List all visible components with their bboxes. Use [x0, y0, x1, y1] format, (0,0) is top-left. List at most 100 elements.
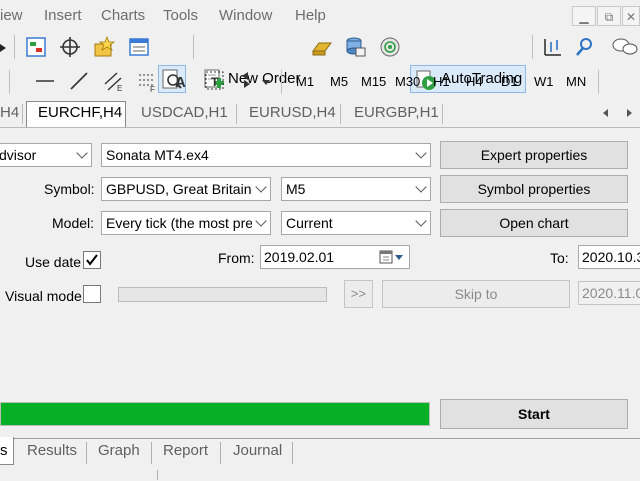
from-date-field[interactable]: 2019.02.01: [260, 245, 410, 269]
timeframe-w1[interactable]: W1: [534, 74, 554, 89]
use-date-label: Use date: [25, 254, 82, 270]
skip-to-button[interactable]: Skip to: [382, 280, 570, 308]
svg-text:T: T: [211, 75, 219, 89]
menu-charts[interactable]: Charts: [101, 7, 145, 24]
to-date-field[interactable]: 2020.10.31: [578, 245, 640, 269]
restore-button[interactable]: ⧉: [597, 6, 621, 26]
tab-scroll-left-icon[interactable]: [601, 108, 611, 118]
toolbar-dropdown-icon[interactable]: [0, 36, 8, 58]
toolbar-separator: [9, 70, 10, 94]
timeframe-m1[interactable]: M1: [296, 74, 314, 89]
tab-results[interactable]: Results: [27, 442, 77, 459]
visual-speed-slider[interactable]: [118, 287, 327, 302]
period-value: M5: [286, 181, 306, 197]
expert-properties-button[interactable]: Expert properties: [440, 141, 628, 169]
menu-tools[interactable]: Tools: [163, 7, 198, 24]
tab-journal[interactable]: Journal: [233, 442, 282, 459]
chat-bubbles-icon[interactable]: [611, 36, 639, 58]
standard-toolbar: New Order AutoTrading: [0, 32, 640, 93]
chart-tab-eurusd[interactable]: EURUSD,H4: [249, 104, 336, 121]
signal-radar-icon[interactable]: [379, 36, 401, 58]
toolbar-separator: [14, 35, 15, 59]
progress-fill: [1, 403, 429, 425]
line-studies-toolbar: E F A T M1 M5 M15 M30 H1 H4 D1 W1 MN: [0, 64, 640, 160]
tab-divider: [22, 104, 23, 124]
model-combo[interactable]: Every tick (the most precise method): [101, 211, 271, 235]
skip-to-date-field[interactable]: 2020.11.06: [578, 281, 640, 305]
toolbar-separator: [598, 70, 599, 94]
visual-mode-label: Visual mode: [5, 288, 82, 304]
tab-graph[interactable]: Graph: [98, 442, 140, 459]
tester-type-combo[interactable]: dvisor: [0, 143, 92, 167]
chart-tab-usdcad[interactable]: USDCAD,H1: [141, 104, 228, 121]
chevron-down-icon: [415, 147, 427, 159]
search-icon[interactable]: [574, 36, 596, 58]
terminal-window-icon[interactable]: [128, 36, 150, 58]
toolbar-separator: [281, 70, 282, 94]
expert-value: Sonata MT4.ex4: [106, 147, 209, 163]
chart-tab-h4[interactable]: H4: [0, 104, 19, 121]
crosshair-navigator-icon[interactable]: [59, 36, 81, 58]
chart-tab-eurgbp[interactable]: EURGBP,H1: [354, 104, 439, 121]
timeframe-mn[interactable]: MN: [566, 74, 586, 89]
calendar-dropdown-icon[interactable]: [379, 250, 405, 264]
close-button[interactable]: ✕: [622, 6, 640, 26]
toolbar-separator: [532, 35, 533, 59]
use-date-checkbox[interactable]: [83, 251, 101, 269]
menu-insert[interactable]: Insert: [44, 7, 82, 24]
chevron-down-icon: [76, 147, 88, 159]
fast-forward-button[interactable]: >>: [344, 280, 373, 308]
symbol-value: GBPUSD, Great Britain Pound: [106, 181, 256, 197]
minimize-button[interactable]: ▁: [572, 6, 596, 26]
tester-type-value: dvisor: [0, 147, 37, 163]
svg-text:E: E: [117, 84, 122, 92]
trendline-icon[interactable]: [68, 70, 90, 92]
toolbar-separator: [193, 35, 194, 59]
timeframe-m30[interactable]: M30: [395, 74, 420, 89]
chevron-down-icon: [255, 181, 267, 193]
test-progress-bar: [0, 402, 430, 426]
gold-bar-icon[interactable]: [311, 36, 333, 58]
chevron-down-icon: [415, 215, 427, 227]
svg-text:F: F: [150, 85, 155, 92]
horizontal-line-icon[interactable]: [34, 70, 56, 92]
tab-divider: [292, 442, 293, 464]
start-button[interactable]: Start: [440, 399, 628, 429]
tab-divider: [236, 104, 237, 124]
timeframe-h4[interactable]: H4: [466, 74, 483, 89]
text-label-icon[interactable]: T: [204, 70, 226, 92]
signals-database-icon[interactable]: [344, 36, 366, 58]
symbol-label: Symbol:: [44, 181, 95, 197]
timeframe-d1[interactable]: D1: [501, 74, 518, 89]
chevron-down-icon: [255, 215, 267, 227]
expert-combo[interactable]: Sonata MT4.ex4: [101, 143, 431, 167]
timeframe-m5[interactable]: M5: [330, 74, 348, 89]
spread-value: Current: [286, 215, 333, 231]
visual-mode-checkbox[interactable]: [83, 285, 101, 303]
equidistant-channel-icon[interactable]: E: [102, 70, 124, 92]
chart-tab-eurchf[interactable]: EURCHF,H4: [38, 104, 122, 121]
from-label: From:: [218, 250, 255, 266]
timeframe-m15[interactable]: M15: [361, 74, 386, 89]
text-tool-icon[interactable]: A: [170, 70, 192, 92]
favorites-star-icon[interactable]: [93, 36, 115, 58]
tab-settings[interactable]: s: [0, 442, 8, 459]
arrows-dropdown-icon[interactable]: [238, 70, 272, 92]
timeframe-h1[interactable]: H1: [433, 74, 450, 89]
menu-window[interactable]: Window: [219, 7, 272, 24]
period-combo[interactable]: M5: [281, 177, 431, 201]
fibonacci-retracement-icon[interactable]: F: [136, 70, 158, 92]
status-divider: [157, 470, 158, 480]
tab-report[interactable]: Report: [163, 442, 208, 459]
chart-bars-icon[interactable]: [541, 36, 563, 58]
symbol-combo[interactable]: GBPUSD, Great Britain Pound: [101, 177, 271, 201]
open-chart-button[interactable]: Open chart: [440, 209, 628, 237]
spread-combo[interactable]: Current: [281, 211, 431, 235]
menu-view[interactable]: iew: [0, 7, 23, 24]
menu-help[interactable]: Help: [295, 7, 326, 24]
tab-scroll-right-icon[interactable]: [624, 108, 634, 118]
to-date-value: 2020.10.31: [582, 249, 640, 265]
symbol-properties-button[interactable]: Symbol properties: [440, 175, 628, 203]
tester-tab-bar: [0, 438, 640, 481]
market-watch-icon[interactable]: [25, 36, 47, 58]
